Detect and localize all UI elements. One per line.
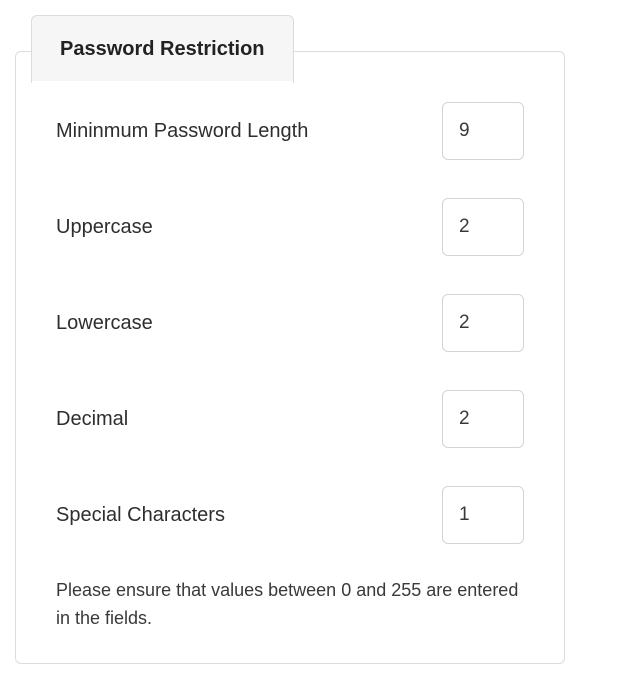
label-decimal: Decimal [56,408,128,431]
password-restriction-tabs: Password Restriction Mininmum Password L… [15,15,602,664]
password-restriction-panel: Mininmum Password Length Uppercase Lower… [15,51,565,664]
field-row-uppercase: Uppercase [56,198,524,256]
field-row-lowercase: Lowercase [56,294,524,352]
input-uppercase[interactable] [442,198,524,256]
label-lowercase: Lowercase [56,312,153,335]
helper-text: Please ensure that values between 0 and … [56,577,524,633]
field-row-special: Special Characters [56,486,524,544]
input-special[interactable] [442,486,524,544]
label-min-length: Mininmum Password Length [56,120,308,143]
label-uppercase: Uppercase [56,216,153,239]
field-row-decimal: Decimal [56,390,524,448]
input-lowercase[interactable] [442,294,524,352]
tab-label: Password Restriction [60,38,265,60]
field-row-min-length: Mininmum Password Length [56,102,524,160]
tab-password-restriction[interactable]: Password Restriction [31,15,294,83]
input-decimal[interactable] [442,390,524,448]
label-special: Special Characters [56,504,225,527]
input-min-length[interactable] [442,102,524,160]
